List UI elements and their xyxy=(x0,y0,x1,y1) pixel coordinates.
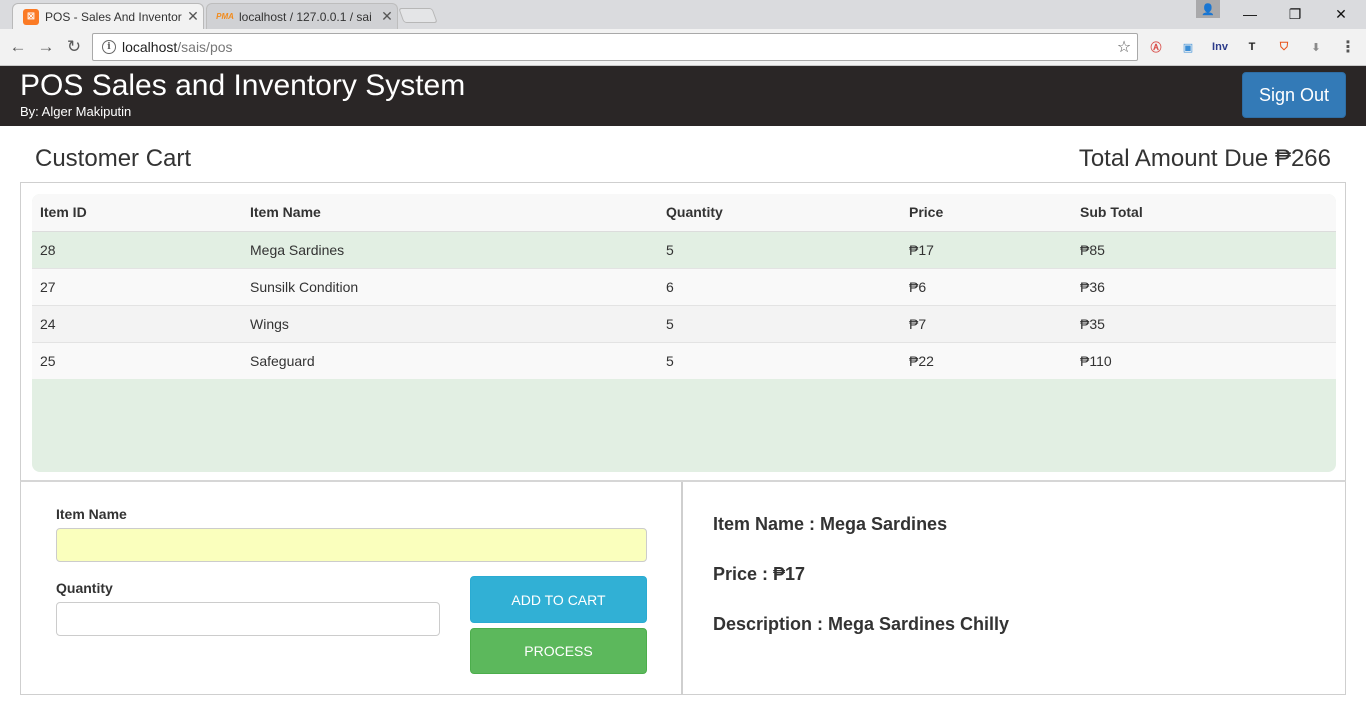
cell-item-id: 28 xyxy=(32,230,242,268)
browser-tab-strip: ⊠ POS - Sales And Inventor ✕ PMA localho… xyxy=(0,0,1366,29)
column-header-item-name: Item Name xyxy=(242,194,658,232)
quantity-input[interactable] xyxy=(56,602,440,636)
address-bar[interactable]: i localhost/sais/pos ☆ xyxy=(92,33,1138,61)
translate-extension-icon[interactable]: T xyxy=(1243,38,1261,56)
phpmyadmin-icon: PMA xyxy=(216,12,234,21)
item-entry-panel: Item Name Quantity ADD TO CART PROCESS xyxy=(20,482,683,695)
forward-icon[interactable]: → xyxy=(34,35,58,59)
total-amount-due: Total Amount Due ₱266 xyxy=(1078,145,1331,172)
cart-table: Item ID Item Name Quantity Price Sub Tot… xyxy=(32,194,1336,379)
table-header-row: Item ID Item Name Quantity Price Sub Tot… xyxy=(32,194,1336,232)
back-icon[interactable]: ← xyxy=(6,35,30,59)
table-row[interactable]: 28 Mega Sardines 5 ₱17 ₱85 xyxy=(32,230,1336,268)
profile-icon[interactable]: 👤 xyxy=(1196,0,1220,18)
cell-item-id: 24 xyxy=(32,304,242,342)
detail-description: Description : Mega Sardines Chilly xyxy=(713,614,1010,634)
new-tab-button[interactable] xyxy=(398,8,438,23)
download-arrow-icon[interactable]: ⬇ xyxy=(1307,38,1325,56)
cell-sub-total: ₱110 xyxy=(1072,341,1336,379)
cell-item-name: Wings xyxy=(242,304,658,342)
item-details-panel: Item Name : Mega Sardines Price : ₱17 De… xyxy=(683,482,1346,695)
cell-item-name: Sunsilk Condition xyxy=(242,267,658,305)
cell-price: ₱17 xyxy=(901,230,1072,268)
table-row[interactable]: 27 Sunsilk Condition 6 ₱6 ₱36 xyxy=(32,267,1336,305)
cell-quantity: 5 xyxy=(658,341,901,379)
app-title: POS Sales and Inventory System xyxy=(20,69,466,102)
app-subtitle: By: Alger Makiputin xyxy=(20,104,132,119)
site-info-icon[interactable]: i xyxy=(102,40,116,54)
cart-table-wrapper: Item ID Item Name Quantity Price Sub Tot… xyxy=(32,194,1336,472)
url-host: localhost xyxy=(122,39,178,55)
cell-price: ₱7 xyxy=(901,304,1072,342)
bookmark-star-icon[interactable]: ☆ xyxy=(1111,37,1137,57)
tab-close-icon[interactable]: ✕ xyxy=(377,8,397,25)
tab-phpmyadmin[interactable]: PMA localhost / 127.0.0.1 / sai ✕ xyxy=(206,3,398,29)
item-name-input[interactable] xyxy=(56,528,647,562)
cell-sub-total: ₱35 xyxy=(1072,304,1336,342)
capture-icon[interactable]: ▣ xyxy=(1179,38,1197,56)
cell-item-name: Mega Sardines xyxy=(242,230,658,268)
cell-quantity: 6 xyxy=(658,267,901,305)
cell-quantity: 5 xyxy=(658,230,901,268)
restore-button[interactable]: ❐ xyxy=(1272,2,1318,26)
process-button[interactable]: PROCESS xyxy=(470,628,647,674)
table-row[interactable]: 25 Safeguard 5 ₱22 ₱110 xyxy=(32,341,1336,379)
minimize-button[interactable]: — xyxy=(1227,2,1273,26)
column-header-quantity: Quantity xyxy=(658,194,901,232)
add-to-cart-button[interactable]: ADD TO CART xyxy=(470,576,647,623)
tab-close-icon[interactable]: ✕ xyxy=(183,8,203,25)
detail-item-name: Item Name : Mega Sardines xyxy=(713,514,948,534)
inv-extension-icon[interactable]: Inv xyxy=(1209,38,1231,56)
url-text[interactable]: localhost/sais/pos xyxy=(122,39,1111,55)
browser-toolbar: ← → ↻ i localhost/sais/pos ☆ Ⓐ ▣ Inv T ⛉… xyxy=(0,29,1366,66)
tab-title: localhost / 127.0.0.1 / sai xyxy=(239,9,372,24)
cell-price: ₱22 xyxy=(901,341,1072,379)
xampp-icon: ⊠ xyxy=(23,8,39,25)
column-header-price: Price xyxy=(901,194,1072,232)
tab-title: POS - Sales And Inventor xyxy=(45,9,182,24)
cart-panel: Item ID Item Name Quantity Price Sub Tot… xyxy=(20,182,1346,482)
window-close-button[interactable]: ✕ xyxy=(1318,2,1364,26)
item-name-label: Item Name xyxy=(56,506,127,522)
app-header: POS Sales and Inventory System By: Alger… xyxy=(0,66,1366,126)
shield-extension-icon[interactable]: ⛉ xyxy=(1275,38,1293,56)
cell-item-id: 25 xyxy=(32,341,242,379)
menu-icon[interactable]: ⋮ xyxy=(1339,38,1357,56)
cart-title: Customer Cart xyxy=(35,145,192,172)
cell-sub-total: ₱36 xyxy=(1072,267,1336,305)
cell-item-id: 27 xyxy=(32,267,242,305)
column-header-sub-total: Sub Total xyxy=(1072,194,1336,232)
tab-pos[interactable]: ⊠ POS - Sales And Inventor ✕ xyxy=(12,3,204,29)
cell-item-name: Safeguard xyxy=(242,341,658,379)
sign-out-button[interactable]: Sign Out xyxy=(1242,72,1346,118)
cell-price: ₱6 xyxy=(901,267,1072,305)
quantity-label: Quantity xyxy=(56,580,113,596)
table-row[interactable]: 24 Wings 5 ₱7 ₱35 xyxy=(32,304,1336,342)
reload-icon[interactable]: ↻ xyxy=(62,35,86,59)
column-header-item-id: Item ID xyxy=(32,194,242,232)
cell-sub-total: ₱85 xyxy=(1072,230,1336,268)
url-path: /sais/pos xyxy=(177,39,233,55)
detail-price: Price : ₱17 xyxy=(713,564,806,584)
cell-quantity: 5 xyxy=(658,304,901,342)
adblock-icon[interactable]: Ⓐ xyxy=(1147,38,1165,56)
